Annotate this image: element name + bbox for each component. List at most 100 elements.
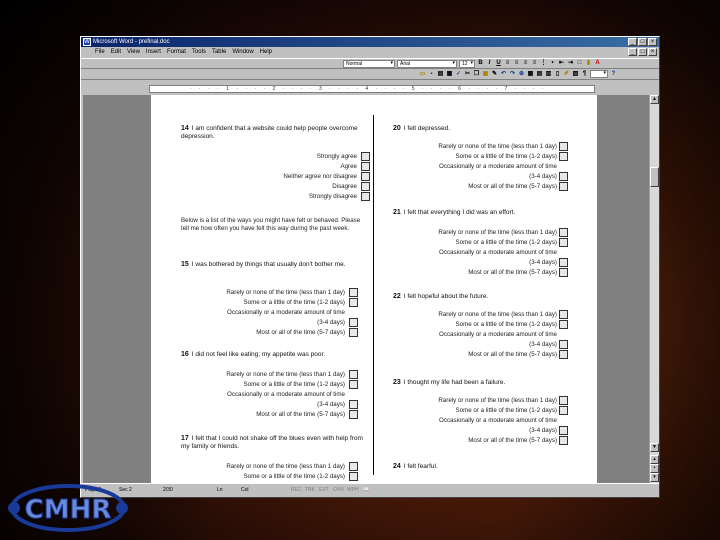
checkbox[interactable]	[349, 298, 358, 307]
minimize-button[interactable]: _	[628, 38, 637, 46]
font-size-select[interactable]: 12	[459, 59, 475, 68]
checkbox[interactable]	[559, 238, 568, 247]
doc-restore-button[interactable]: □	[638, 48, 647, 56]
scroll-down-button[interactable]: ▼	[650, 443, 659, 452]
checkbox[interactable]	[559, 396, 568, 405]
menu-insert[interactable]: Insert	[146, 47, 161, 58]
doc-close-button[interactable]: ×	[648, 48, 657, 56]
save-icon[interactable]: ▪	[428, 71, 435, 78]
checkbox[interactable]	[559, 350, 568, 359]
vertical-scrollbar[interactable]: ▲ ▼ ▴ • ▾	[649, 95, 659, 483]
cut-icon[interactable]: ✂	[464, 71, 471, 78]
menu-view[interactable]: View	[127, 47, 140, 58]
doc-minimize-button[interactable]: _	[628, 48, 637, 56]
font-color-icon[interactable]: A	[594, 60, 601, 67]
format-painter-icon[interactable]: ✎	[491, 71, 498, 78]
checkbox[interactable]	[349, 380, 358, 389]
bold-icon[interactable]: B	[477, 60, 484, 67]
menu-tools[interactable]: Tools	[192, 47, 206, 58]
checkbox[interactable]	[349, 462, 358, 471]
next-page-button[interactable]: ▾	[650, 473, 659, 482]
browse-object-button[interactable]: •	[650, 464, 659, 473]
font-select[interactable]: Arial	[397, 59, 457, 68]
checkbox[interactable]	[559, 172, 568, 181]
spelling-icon[interactable]: ✓	[455, 71, 462, 78]
numbering-icon[interactable]: ⋮	[540, 60, 547, 67]
checkbox[interactable]	[349, 472, 358, 481]
menu-file[interactable]: File	[95, 47, 105, 58]
menu-help[interactable]: Help	[260, 47, 272, 58]
checkbox[interactable]	[559, 258, 568, 267]
insert-table-icon[interactable]: ▤	[536, 71, 543, 78]
print-icon[interactable]: ▤	[437, 71, 444, 78]
checkbox[interactable]	[361, 192, 370, 201]
italic-icon[interactable]: I	[486, 60, 493, 67]
maximize-button[interactable]: □	[638, 38, 647, 46]
checkbox[interactable]	[559, 406, 568, 415]
status-wph[interactable]: WPH	[347, 484, 359, 497]
status-trk[interactable]: TRK	[305, 484, 315, 497]
copy-icon[interactable]: ❐	[473, 71, 480, 78]
menu-table[interactable]: Table	[212, 47, 226, 58]
checkbox[interactable]	[349, 318, 358, 327]
help-icon[interactable]: ?	[610, 71, 617, 78]
zoom-select[interactable]	[590, 70, 608, 78]
document-page[interactable]: 14 I am confident that a website could he…	[151, 95, 597, 483]
align-center-icon[interactable]: ≡	[513, 60, 520, 67]
undo-icon[interactable]: ↶	[500, 71, 507, 78]
checkbox[interactable]	[349, 410, 358, 419]
checkbox[interactable]	[361, 152, 370, 161]
open-folder-icon[interactable]: ▭	[419, 71, 426, 78]
checkbox[interactable]	[559, 340, 568, 349]
previous-page-button[interactable]: ▴	[650, 455, 659, 464]
status-rec[interactable]: REC	[291, 484, 302, 497]
excel-icon[interactable]: ▥	[545, 71, 552, 78]
justify-icon[interactable]: ≡	[531, 60, 538, 67]
checkbox[interactable]	[559, 142, 568, 151]
checkbox[interactable]	[559, 152, 568, 161]
checkbox[interactable]	[559, 182, 568, 191]
highlight-icon[interactable]: ▮	[585, 60, 592, 67]
align-right-icon[interactable]: ≡	[522, 60, 529, 67]
style-select[interactable]: Normal	[343, 59, 395, 68]
checkbox[interactable]	[349, 288, 358, 297]
redo-icon[interactable]: ↷	[509, 71, 516, 78]
scroll-thumb[interactable]	[650, 167, 659, 187]
logo-dot-right	[116, 502, 128, 514]
align-left-icon[interactable]: ≡	[504, 60, 511, 67]
horizontal-ruler[interactable]: · · · · 1 · · · · 2 · · · · 3 · · · · 4 …	[149, 85, 595, 93]
show-hide-icon[interactable]: ¶	[581, 71, 588, 78]
tables-icon[interactable]: ▦	[527, 71, 534, 78]
drawing-icon[interactable]: ✐	[563, 71, 570, 78]
checkbox[interactable]	[361, 162, 370, 171]
underline-icon[interactable]: U	[495, 60, 502, 67]
border-icon[interactable]: □	[576, 60, 583, 67]
checkbox[interactable]	[349, 370, 358, 379]
print-preview-icon[interactable]: ▦	[446, 71, 453, 78]
checkbox[interactable]	[361, 182, 370, 191]
checkbox[interactable]	[559, 426, 568, 435]
checkbox[interactable]	[349, 400, 358, 409]
hyperlink-icon[interactable]: ⊕	[518, 71, 525, 78]
paste-icon[interactable]: ▣	[482, 71, 489, 78]
increase-indent-icon[interactable]: ⇥	[567, 60, 574, 67]
checkbox[interactable]	[559, 436, 568, 445]
menu-format[interactable]: Format	[167, 47, 186, 58]
checkbox[interactable]	[559, 228, 568, 237]
close-button[interactable]: ×	[648, 38, 657, 46]
checkbox[interactable]	[361, 172, 370, 181]
checkbox[interactable]	[559, 320, 568, 329]
checkbox[interactable]	[349, 328, 358, 337]
checkbox[interactable]	[559, 310, 568, 319]
bullets-icon[interactable]: •	[549, 60, 556, 67]
menu-edit[interactable]: Edit	[111, 47, 121, 58]
status-ext[interactable]: EXT	[319, 484, 329, 497]
doc-map-icon[interactable]: ▧	[572, 71, 579, 78]
scroll-up-button[interactable]: ▲	[650, 95, 659, 104]
question-number: 21	[393, 209, 401, 216]
menu-window[interactable]: Window	[232, 47, 253, 58]
status-ovr[interactable]: OVR	[333, 484, 344, 497]
checkbox[interactable]	[559, 268, 568, 277]
decrease-indent-icon[interactable]: ⇤	[558, 60, 565, 67]
columns-icon[interactable]: ▯	[554, 71, 561, 78]
